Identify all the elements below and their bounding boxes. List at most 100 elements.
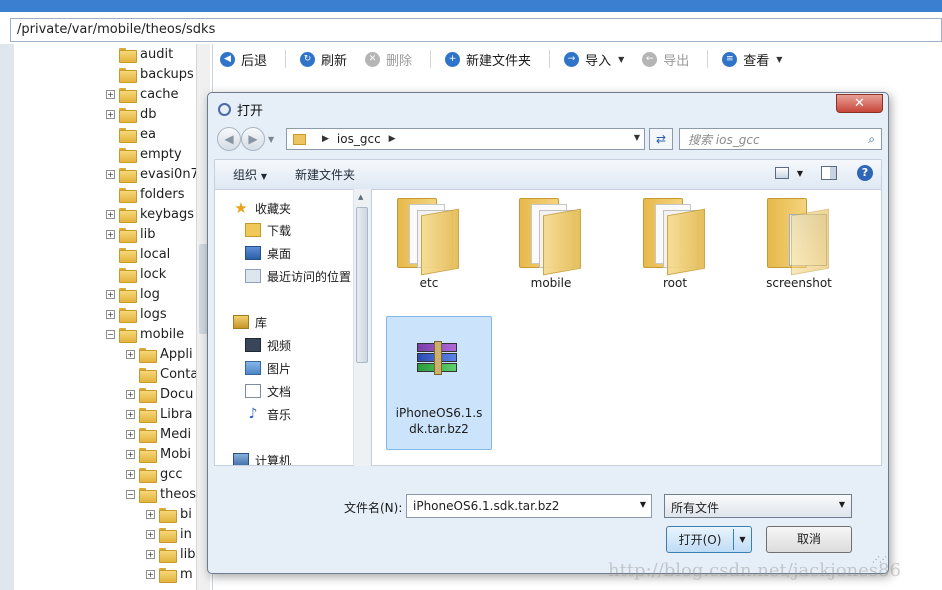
tree-expander-icon[interactable]: +: [146, 509, 155, 519]
view-button[interactable]: ≡ 查看 ▼: [722, 50, 782, 69]
nav-pictures[interactable]: 图片: [245, 358, 291, 378]
tree-expander-icon[interactable]: +: [106, 289, 115, 299]
tree-expander-icon[interactable]: +: [106, 229, 115, 239]
tree-item[interactable]: audit: [106, 44, 173, 64]
help-icon[interactable]: ?: [857, 165, 873, 181]
folder-item-root[interactable]: root: [626, 198, 724, 290]
open-button[interactable]: 打开(O) ▼: [666, 526, 752, 553]
nav-recent[interactable]: 最近访问的位置: [245, 266, 351, 286]
tree-item[interactable]: + Medi: [126, 424, 191, 444]
nav-music[interactable]: ♪ 音乐: [245, 404, 291, 424]
nav-desktop[interactable]: 桌面: [245, 243, 291, 263]
preview-pane-icon[interactable]: [821, 166, 837, 180]
tree-item[interactable]: − mobile: [106, 324, 184, 344]
delete-button[interactable]: ✕ 删除: [365, 50, 412, 69]
tree-expander-icon[interactable]: +: [146, 569, 155, 579]
tree-expander-icon[interactable]: −: [126, 489, 135, 499]
tree-item[interactable]: + Docu: [126, 384, 193, 404]
tree-item[interactable]: + log: [106, 284, 160, 304]
tree-expander-icon[interactable]: +: [106, 89, 115, 99]
filetype-select[interactable]: 所有文件 ▼: [664, 494, 852, 518]
back-button[interactable]: ◀ 后退: [220, 50, 267, 69]
tree-item[interactable]: + evasi0n7: [106, 164, 199, 184]
tree-item[interactable]: + keybags: [106, 204, 194, 224]
nav-favorites[interactable]: ★ 收藏夹: [233, 198, 291, 218]
tree-item[interactable]: + lib: [146, 544, 195, 564]
tree-item[interactable]: + Mobi: [126, 444, 191, 464]
chevron-down-icon[interactable]: ▼: [797, 169, 803, 178]
chevron-down-icon[interactable]: ▼: [734, 535, 751, 544]
nav-documents[interactable]: 文档: [245, 381, 291, 401]
chevron-down-icon[interactable]: ▼: [268, 135, 274, 144]
refresh-button[interactable]: ↻ 刷新: [300, 50, 347, 69]
tree-expander-icon[interactable]: −: [106, 329, 115, 339]
tree-item[interactable]: − theos: [126, 484, 196, 504]
file-item-sdk-archive[interactable]: iPhoneOS6.1.sdk.tar.bz2: [386, 316, 492, 450]
tree-expander-icon[interactable]: +: [126, 409, 135, 419]
tree-item[interactable]: + gcc: [126, 464, 183, 484]
tree-expander-icon[interactable]: +: [106, 209, 115, 219]
tree-item[interactable]: + in: [146, 524, 192, 544]
tree-expander-icon[interactable]: +: [106, 109, 115, 119]
tree-expander-icon[interactable]: +: [146, 549, 155, 559]
tree-item[interactable]: folders: [106, 184, 185, 204]
chevron-right-icon[interactable]: ▶: [322, 134, 329, 144]
tree-expander-icon[interactable]: +: [106, 309, 115, 319]
import-button[interactable]: → 导入 ▼: [564, 50, 624, 69]
tree-item[interactable]: + bi: [146, 504, 192, 524]
tree-item[interactable]: + db: [106, 104, 157, 124]
tree-expander-icon[interactable]: +: [126, 469, 135, 479]
export-button[interactable]: ← 导出: [642, 50, 689, 69]
address-crumb[interactable]: ios_gcc: [337, 132, 381, 146]
nav-videos[interactable]: 视频: [245, 335, 291, 355]
chevron-right-icon[interactable]: ▶: [389, 134, 396, 144]
nav-pane-scrollbar[interactable]: ▲: [353, 189, 370, 466]
tree-item[interactable]: Conta: [126, 364, 198, 384]
tree-item[interactable]: ea: [106, 124, 156, 144]
forward-arrow-icon[interactable]: ▶: [241, 127, 265, 151]
tree-item[interactable]: + logs: [106, 304, 167, 324]
tree-item[interactable]: + m: [146, 564, 193, 584]
nav-computer[interactable]: 计算机: [233, 450, 291, 465]
scroll-up-icon[interactable]: ▲: [358, 193, 363, 201]
chevron-down-icon[interactable]: ▼: [839, 500, 845, 509]
tree-item[interactable]: + cache: [106, 84, 179, 104]
tree-item[interactable]: + lib: [106, 224, 155, 244]
nav-scroll-thumb[interactable]: [356, 207, 368, 363]
chevron-down-icon[interactable]: ▼: [634, 133, 640, 142]
refresh-icon[interactable]: ⇄: [649, 128, 673, 150]
tree-expander-icon[interactable]: +: [126, 389, 135, 399]
search-icon[interactable]: ⌕: [868, 132, 875, 147]
chevron-down-icon[interactable]: ▼: [640, 500, 646, 509]
tree-expander-icon[interactable]: +: [146, 529, 155, 539]
tree-expander-icon[interactable]: +: [126, 449, 135, 459]
filename-input[interactable]: iPhoneOS6.1.sdk.tar.bz2 ▼: [406, 494, 652, 518]
nav-downloads[interactable]: 下载: [245, 220, 291, 240]
tree-item[interactable]: local: [106, 244, 170, 264]
folder-item-mobile[interactable]: mobile: [502, 198, 600, 290]
tree-expander-icon[interactable]: +: [126, 429, 135, 439]
view-mode-icon[interactable]: [774, 167, 789, 179]
tree-item[interactable]: + Appli: [126, 344, 193, 364]
path-bar[interactable]: /private/var/mobile/theos/sdks: [10, 18, 942, 42]
cancel-button[interactable]: 取消: [766, 526, 852, 553]
folder-tree[interactable]: audit backups + cache + db ea empty + evasi0n7 fol…: [14, 44, 210, 590]
address-bar[interactable]: ▶ ios_gcc ▶ ▼: [286, 128, 645, 150]
folder-item-screenshot[interactable]: screenshot: [750, 198, 848, 290]
tree-item[interactable]: empty: [106, 144, 182, 164]
folder-item-etc[interactable]: etc: [380, 198, 478, 290]
tree-item[interactable]: lock: [106, 264, 166, 284]
tree-expander-icon[interactable]: +: [126, 349, 135, 359]
organize-menu[interactable]: 组织 ▼: [233, 166, 267, 183]
search-input[interactable]: 搜索 ios_gcc ⌕: [679, 128, 882, 150]
nav-libraries[interactable]: 库: [233, 312, 267, 332]
tree-item[interactable]: + Libra: [126, 404, 192, 424]
close-button[interactable]: ✕: [836, 94, 883, 113]
back-arrow-icon[interactable]: ◀: [217, 127, 241, 151]
folder-icon: [139, 447, 157, 463]
new-folder-button[interactable]: 新建文件夹: [295, 166, 355, 183]
tree-item-label: Mobi: [160, 446, 192, 462]
new-folder-button[interactable]: + 新建文件夹: [445, 50, 531, 69]
tree-expander-icon[interactable]: +: [106, 169, 115, 179]
tree-item[interactable]: backups: [106, 64, 194, 84]
